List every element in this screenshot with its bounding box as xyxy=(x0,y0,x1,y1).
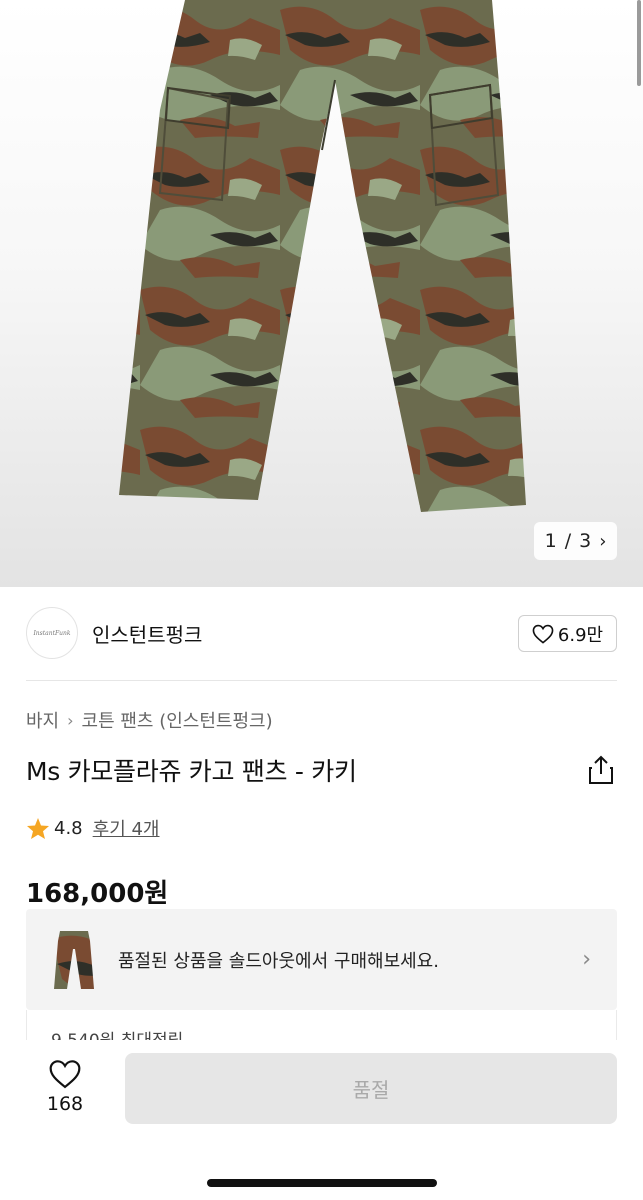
image-pager[interactable]: 1 / 3 › xyxy=(534,522,617,560)
soldout-banner-text: 품절된 상품을 솔드아웃에서 구매해보세요. xyxy=(118,950,439,972)
product-thumbnail xyxy=(54,930,94,989)
home-indicator xyxy=(207,1179,437,1187)
breadcrumb-item-category[interactable]: 바지 xyxy=(26,707,59,733)
brand-like-count: 6.9만 xyxy=(557,624,604,646)
brand-logo-text: InstantFunk xyxy=(33,629,71,637)
like-count: 168 xyxy=(46,1093,84,1115)
soldout-banner[interactable]: 품절된 상품을 솔드아웃에서 구매해보세요. › xyxy=(26,909,617,1010)
brand-name[interactable]: 인스턴트펑크 xyxy=(92,619,202,648)
chevron-right-icon: › xyxy=(67,710,74,730)
reviews-link[interactable]: 후기 4개 xyxy=(93,815,160,841)
chevron-right-icon: › xyxy=(582,947,591,972)
divider xyxy=(26,680,617,681)
breadcrumb: 바지 › 코튼 팬츠 (인스턴트펑크) xyxy=(26,707,273,733)
heart-outline-icon xyxy=(49,1060,81,1089)
brand-like-button[interactable]: 6.9만 xyxy=(518,615,617,652)
like-button[interactable]: 168 xyxy=(30,1052,100,1122)
star-icon xyxy=(27,817,49,839)
product-image-gallery[interactable]: 1 / 3 › xyxy=(0,0,643,587)
rating-score: 4.8 xyxy=(54,817,83,839)
pager-separator: / xyxy=(564,530,572,552)
pager-current: 1 xyxy=(544,530,557,552)
price: 168,000원 xyxy=(26,879,169,909)
brand-logo[interactable]: InstantFunk xyxy=(26,607,78,659)
breadcrumb-item-subcategory[interactable]: 코튼 팬츠 (인스턴트펑크) xyxy=(82,707,273,733)
product-image xyxy=(119,0,526,512)
rating: 4.8 후기 4개 xyxy=(26,815,160,841)
chevron-right-icon[interactable]: › xyxy=(599,531,606,552)
soldout-button[interactable]: 품절 xyxy=(125,1053,617,1124)
pager-total: 3 xyxy=(579,530,592,552)
scrollbar[interactable] xyxy=(637,0,641,86)
product-title: Ms 카모플라쥬 카고 팬츠 - 카키 xyxy=(26,757,357,786)
share-icon[interactable] xyxy=(587,755,615,785)
brand-row[interactable]: InstantFunk 인스턴트펑크 6.9만 xyxy=(26,607,617,659)
heart-outline-icon xyxy=(532,624,554,644)
